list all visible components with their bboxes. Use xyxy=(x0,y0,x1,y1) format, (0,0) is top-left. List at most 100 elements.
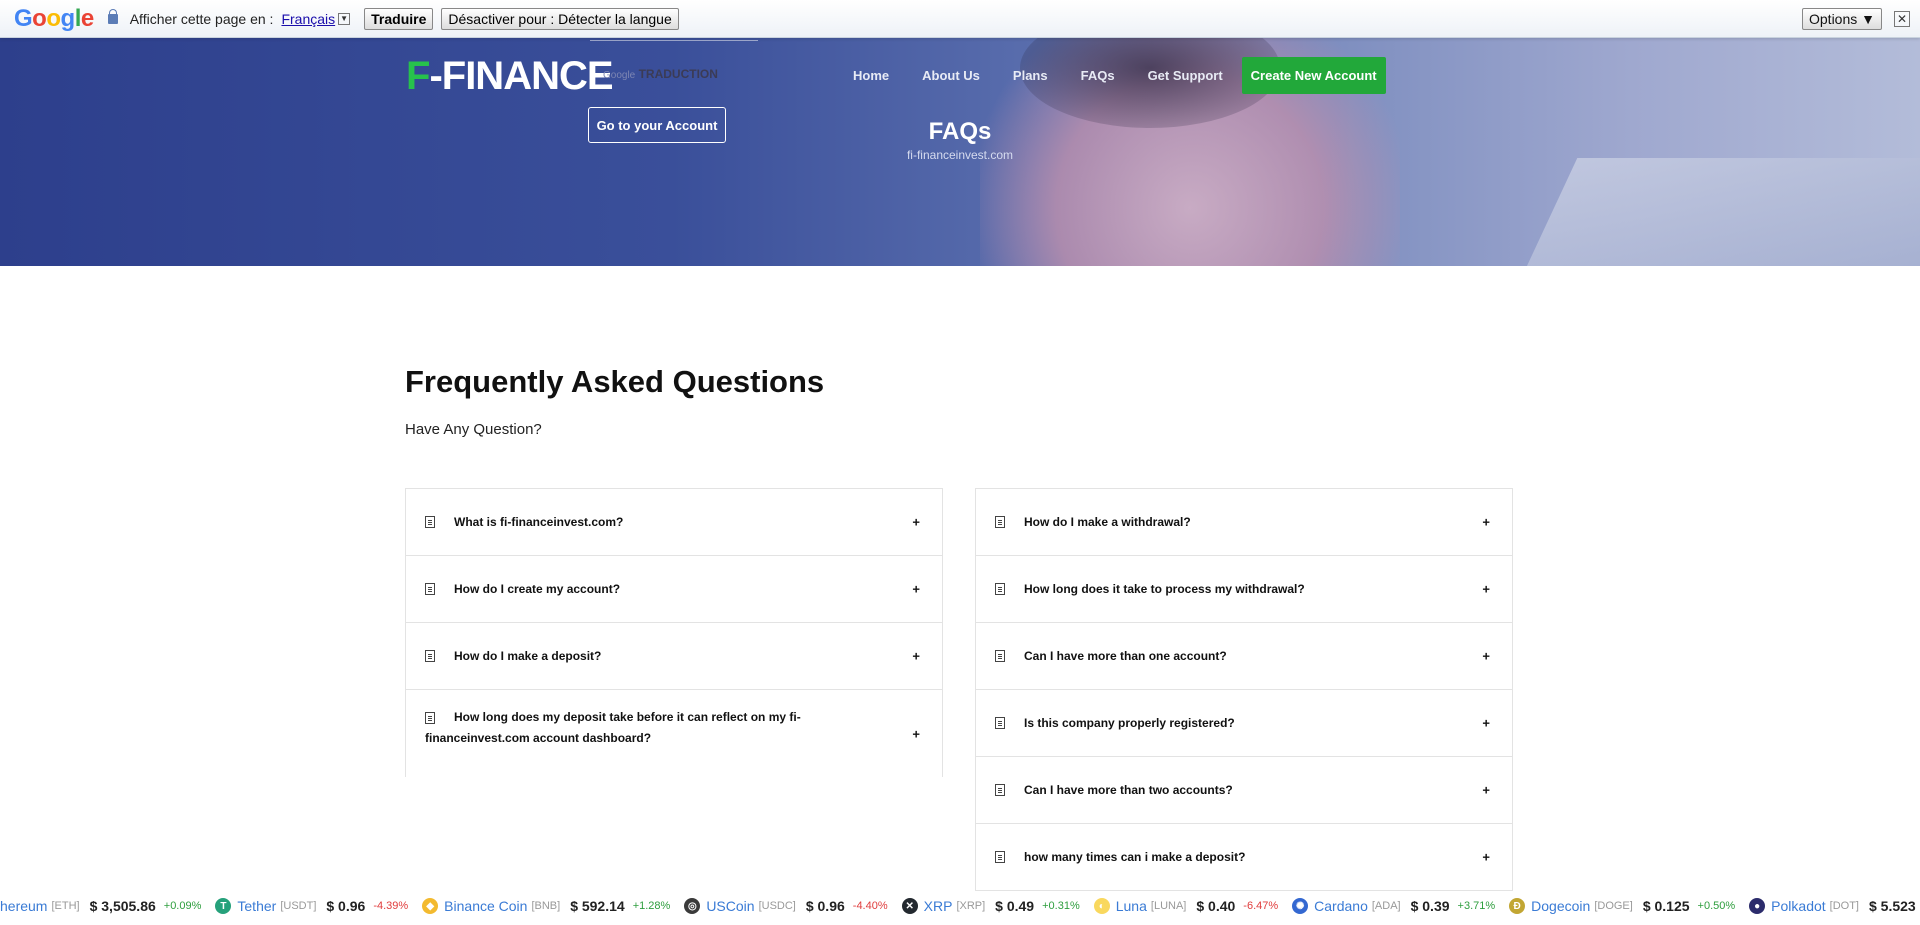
coin-change: +3.71% xyxy=(1457,900,1496,912)
expand-icon[interactable]: + xyxy=(1482,783,1490,798)
faq-item[interactable]: How do I make a withdrawal? + xyxy=(976,489,1512,556)
faq-question: Is this company properly registered? xyxy=(1024,715,1235,730)
ticker-item[interactable]: hereum [ETH] $ 3,505.86 +0.09% xyxy=(0,898,201,914)
expand-icon[interactable]: + xyxy=(1482,716,1490,731)
faq-item[interactable]: Can I have more than one account? + xyxy=(976,623,1512,690)
coin-price: $ 0.96 xyxy=(805,898,845,914)
disable-translate-button[interactable]: Désactiver pour : Détecter la langue xyxy=(441,7,679,30)
coin-symbol: [ADA] xyxy=(1371,900,1401,912)
document-icon xyxy=(995,650,1005,662)
faq-column-right: How do I make a withdrawal? + How long d… xyxy=(975,488,1513,891)
document-icon xyxy=(995,717,1005,729)
coin-symbol: [USDT] xyxy=(280,900,317,912)
coin-symbol: [LUNA] xyxy=(1150,900,1187,912)
faq-item[interactable]: Can I have more than two accounts? + xyxy=(976,757,1512,824)
coin-name: Dogecoin xyxy=(1531,898,1591,914)
nav-get-support[interactable]: Get Support xyxy=(1148,68,1223,83)
faq-question: How long does it take to process my with… xyxy=(1024,581,1305,596)
faq-question: How do I create my account? xyxy=(454,581,621,596)
faq-question: Can I have more than two accounts? xyxy=(1024,782,1233,797)
coin-name: Polkadot xyxy=(1771,898,1826,914)
coin-icon: ● xyxy=(1749,898,1766,914)
faq-subheading: Have Any Question? xyxy=(405,421,542,438)
options-button[interactable]: Options ▼ xyxy=(1802,7,1882,30)
expand-icon[interactable]: + xyxy=(1482,850,1490,865)
faq-item[interactable]: What is fi-financeinvest.com? + xyxy=(406,489,942,556)
ticker-item[interactable]: ◆ Binance Coin [BNB] $ 592.14 +1.28% xyxy=(422,898,670,914)
coin-icon: ✺ xyxy=(1292,898,1309,914)
google-translate-bar: Google Afficher cette page en : Français… xyxy=(0,0,1920,38)
coin-symbol: [DOGE] xyxy=(1594,900,1633,912)
coin-price: $ 0.125 xyxy=(1642,898,1690,914)
google-logo: Google xyxy=(14,4,94,32)
coin-name: Binance Coin xyxy=(444,898,528,914)
translate-button[interactable]: Traduire xyxy=(364,7,434,30)
nav-plans[interactable]: Plans xyxy=(1013,68,1048,83)
coin-symbol: [DOT] xyxy=(1829,900,1859,912)
document-icon xyxy=(995,516,1005,528)
coin-name: XRP xyxy=(923,898,953,914)
document-icon xyxy=(995,784,1005,796)
expand-icon[interactable]: + xyxy=(912,582,920,597)
document-icon xyxy=(425,711,435,724)
faq-question: What is fi-financeinvest.com? xyxy=(454,514,624,529)
expand-icon[interactable]: + xyxy=(1482,515,1490,530)
nav-about-us[interactable]: About Us xyxy=(922,68,980,83)
crypto-ticker: hereum [ETH] $ 3,505.86 +0.09% T Tether [USDT]… xyxy=(0,893,1920,919)
faq-column-left: What is fi-financeinvest.com? + How do I… xyxy=(405,488,943,777)
chevron-down-icon[interactable]: ▼ xyxy=(338,12,351,25)
ticker-item[interactable]: Ð Dogecoin [DOGE] $ 0.125 +0.50% xyxy=(1509,898,1735,914)
site-logo[interactable]: F-FINANCE xyxy=(406,54,614,99)
ticker-item[interactable]: ◐ Luna [LUNA] $ 0.40 -6.47% xyxy=(1093,898,1279,914)
ticker-item[interactable]: ● Polkadot [DOT] $ 5.523 xyxy=(1749,898,1916,914)
coin-name: USCoin xyxy=(706,898,755,914)
faq-question: How long does my deposit take before it … xyxy=(425,710,801,745)
expand-icon[interactable]: + xyxy=(1482,582,1490,597)
expand-icon[interactable]: + xyxy=(1482,649,1490,664)
page-title: FAQs xyxy=(928,118,992,145)
coin-name: Luna xyxy=(1115,898,1147,914)
google-translate-label[interactable]: Google TRADUCTION xyxy=(603,67,718,81)
faq-question: How do I make a deposit? xyxy=(454,648,602,663)
faq-item[interactable]: how many times can i make a deposit? + xyxy=(976,824,1512,891)
nav-home[interactable]: Home xyxy=(853,68,889,83)
faq-item[interactable]: How do I create my account? + xyxy=(406,556,942,623)
faq-question: how many times can i make a deposit? xyxy=(1024,849,1246,864)
coin-change: +0.31% xyxy=(1042,900,1080,912)
translate-widget[interactable] xyxy=(590,38,758,41)
coin-change: -6.47% xyxy=(1243,900,1279,912)
coin-price: $ 5.523 xyxy=(1869,898,1916,914)
coin-symbol: [BNB] xyxy=(531,900,561,912)
ticker-item[interactable]: T Tether [USDT] $ 0.96 -4.39% xyxy=(215,898,408,914)
faq-item[interactable]: How do I make a deposit? + xyxy=(406,623,942,690)
coin-icon: ✕ xyxy=(901,898,918,914)
coin-name: hereum xyxy=(0,898,48,914)
ticker-item[interactable]: ✺ Cardano [ADA] $ 0.39 +3.71% xyxy=(1292,898,1495,914)
faq-question: How do I make a withdrawal? xyxy=(1024,514,1191,529)
page-subtitle: fi-financeinvest.com xyxy=(906,148,1014,162)
close-icon[interactable]: ✕ xyxy=(1894,10,1910,27)
expand-icon[interactable]: + xyxy=(912,515,920,530)
coin-symbol: [ETH] xyxy=(51,900,80,912)
ticker-item[interactable]: ◎ USCoin [USDC] $ 0.96 -4.40% xyxy=(684,898,888,914)
translate-prompt: Afficher cette page en : xyxy=(129,10,274,27)
coin-change: +0.09% xyxy=(163,900,202,912)
faq-item[interactable]: How long does my deposit take before it … xyxy=(406,690,942,778)
coin-price: $ 0.40 xyxy=(1196,898,1236,914)
ticker-item[interactable]: ✕ XRP [XRP] $ 0.49 +0.31% xyxy=(901,898,1080,914)
faq-item[interactable]: Is this company properly registered? + xyxy=(976,690,1512,757)
faq-item[interactable]: How long does it take to process my with… xyxy=(976,556,1512,623)
coin-price: $ 3,505.86 xyxy=(89,898,156,914)
create-account-button[interactable]: Create New Account xyxy=(1241,57,1386,94)
coin-change: -4.39% xyxy=(373,900,409,912)
document-icon xyxy=(995,851,1005,863)
expand-icon[interactable]: + xyxy=(912,649,920,664)
nav-faqs[interactable]: FAQs xyxy=(1081,68,1115,83)
expand-icon[interactable]: + xyxy=(912,727,920,742)
coin-change: -4.40% xyxy=(852,900,888,912)
faq-heading: Frequently Asked Questions xyxy=(405,364,825,399)
language-selector[interactable]: Français xyxy=(281,11,335,27)
document-icon xyxy=(995,583,1005,595)
coin-name: Cardano xyxy=(1314,898,1368,914)
coin-icon: ◐ xyxy=(1093,898,1110,914)
